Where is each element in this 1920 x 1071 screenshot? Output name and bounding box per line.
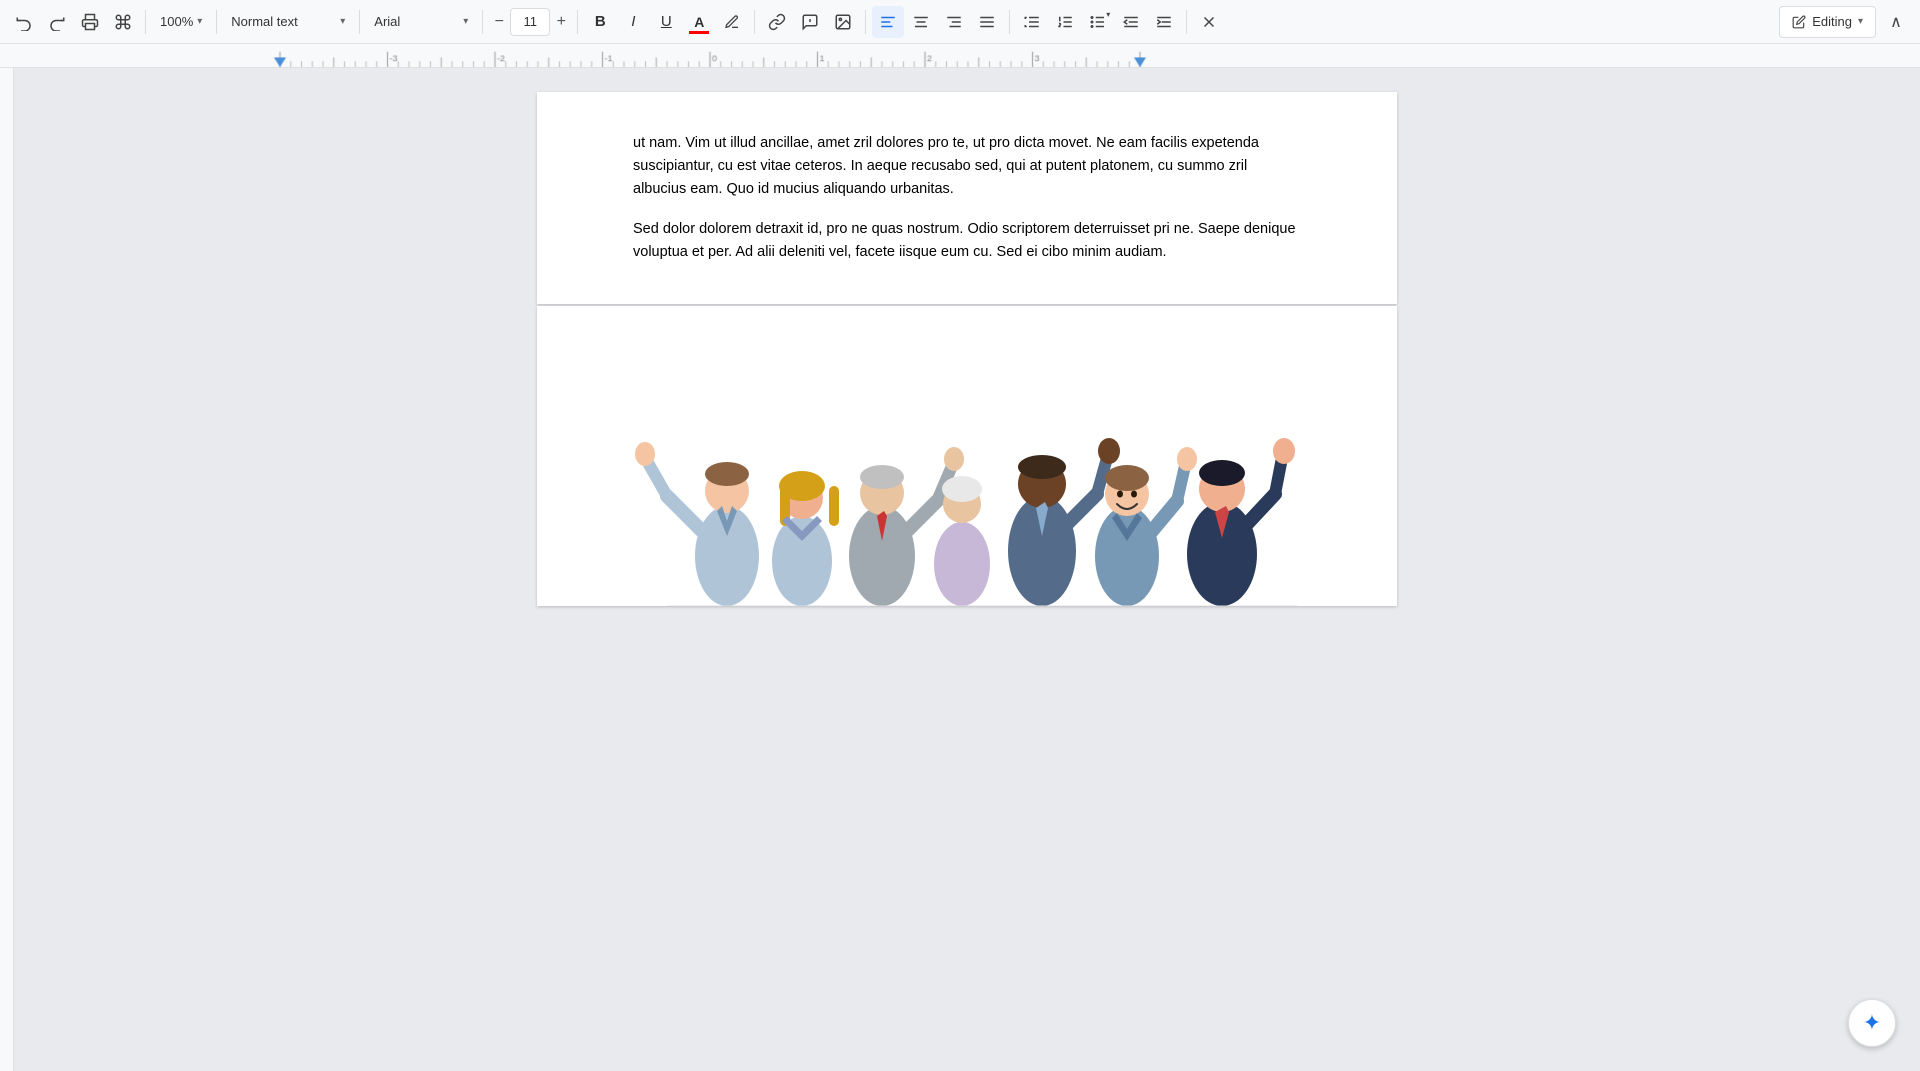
increase-font-button[interactable]: + xyxy=(551,6,571,38)
list-chevron-icon: ▾ xyxy=(1106,10,1110,19)
font-chevron-icon: ▾ xyxy=(463,16,468,27)
zoom-group: 100% ▾ xyxy=(152,6,210,38)
align-group xyxy=(872,6,1003,38)
person-1 xyxy=(635,442,759,606)
zoom-dropdown[interactable]: 100% ▾ xyxy=(152,6,210,38)
editing-label: Editing xyxy=(1812,14,1852,29)
person-6 xyxy=(1095,447,1197,606)
style-label: Normal text xyxy=(231,14,297,29)
text-format-group: B I U A xyxy=(584,6,748,38)
paint-format-button[interactable] xyxy=(107,6,139,38)
align-center-button[interactable] xyxy=(905,6,937,38)
bold-button[interactable]: B xyxy=(584,6,616,38)
increase-indent-button[interactable] xyxy=(1148,6,1180,38)
page-1[interactable]: ut nam. Vim ut illud ancillae, amet zril… xyxy=(537,92,1397,304)
ai-star-icon: ✦ xyxy=(1863,1010,1881,1036)
fontsize-group: − + xyxy=(489,6,571,38)
sep5 xyxy=(577,10,578,34)
people-image xyxy=(617,346,1317,606)
sep9 xyxy=(1186,10,1187,34)
paragraph-2: Sed dolor dolorem detraxit id, pro ne qu… xyxy=(633,218,1301,264)
decrease-indent-button[interactable] xyxy=(1115,6,1147,38)
print-button[interactable] xyxy=(74,6,106,38)
right-controls: Editing ▾ ∧ xyxy=(1779,6,1912,38)
pencil-icon xyxy=(1792,15,1806,29)
sep4 xyxy=(482,10,483,34)
text-color-button[interactable]: A xyxy=(683,6,715,38)
editing-chevron-icon: ▾ xyxy=(1858,16,1863,27)
underline-button[interactable]: U xyxy=(650,6,682,38)
insert-comment-button[interactable] xyxy=(794,6,826,38)
sep2 xyxy=(216,10,217,34)
document-content: ut nam. Vim ut illud ancillae, amet zril… xyxy=(14,68,1920,1071)
style-dropdown[interactable]: Normal text ▾ xyxy=(223,6,353,38)
decrease-font-button[interactable]: − xyxy=(489,6,509,38)
insert-link-button[interactable] xyxy=(761,6,793,38)
clear-group xyxy=(1193,6,1225,38)
toolbar: 100% ▾ Normal text ▾ Arial ▾ − + B I U A xyxy=(0,0,1920,44)
zoom-chevron-icon: ▾ xyxy=(197,16,202,27)
italic-button[interactable]: I xyxy=(617,6,649,38)
page-2 xyxy=(537,306,1397,606)
redo-button[interactable] xyxy=(41,6,73,38)
collapse-toolbar-button[interactable]: ∧ xyxy=(1880,6,1912,38)
insert-image-button[interactable] xyxy=(827,6,859,38)
clear-formatting-button[interactable] xyxy=(1193,6,1225,38)
sep7 xyxy=(865,10,866,34)
spacing-list-group: ▾ xyxy=(1016,6,1180,38)
person-2 xyxy=(772,471,839,606)
person-7 xyxy=(1187,438,1295,606)
font-group: Arial ▾ xyxy=(366,6,476,38)
text-color-bar xyxy=(689,31,709,34)
font-label: Arial xyxy=(374,14,400,29)
paragraph-1: ut nam. Vim ut illud ancillae, amet zril… xyxy=(633,132,1301,202)
align-left-button[interactable] xyxy=(872,6,904,38)
text-color-icon: A xyxy=(694,14,704,30)
ruler-canvas xyxy=(0,44,1920,67)
ruler xyxy=(0,44,1920,68)
sep1 xyxy=(145,10,146,34)
bulleted-list-button[interactable]: ▾ xyxy=(1082,6,1114,38)
align-right-button[interactable] xyxy=(938,6,970,38)
editing-mode-button[interactable]: Editing ▾ xyxy=(1779,6,1876,38)
style-group: Normal text ▾ xyxy=(223,6,353,38)
font-dropdown[interactable]: Arial ▾ xyxy=(366,6,476,38)
insert-group xyxy=(761,6,859,38)
undo-button[interactable] xyxy=(8,6,40,38)
sep8 xyxy=(1009,10,1010,34)
highlight-button[interactable] xyxy=(716,6,748,38)
align-justify-button[interactable] xyxy=(971,6,1003,38)
page-1-text: ut nam. Vim ut illud ancillae, amet zril… xyxy=(633,132,1301,264)
sep6 xyxy=(754,10,755,34)
font-size-input[interactable] xyxy=(510,8,550,36)
numbered-list-button[interactable] xyxy=(1049,6,1081,38)
line-spacing-button[interactable] xyxy=(1016,6,1048,38)
vertical-ruler xyxy=(0,68,14,1071)
ai-assistant-button[interactable]: ✦ xyxy=(1848,999,1896,1047)
history-group xyxy=(8,6,139,38)
style-chevron-icon: ▾ xyxy=(340,16,345,27)
sep3 xyxy=(359,10,360,34)
zoom-value: 100% xyxy=(160,14,193,29)
